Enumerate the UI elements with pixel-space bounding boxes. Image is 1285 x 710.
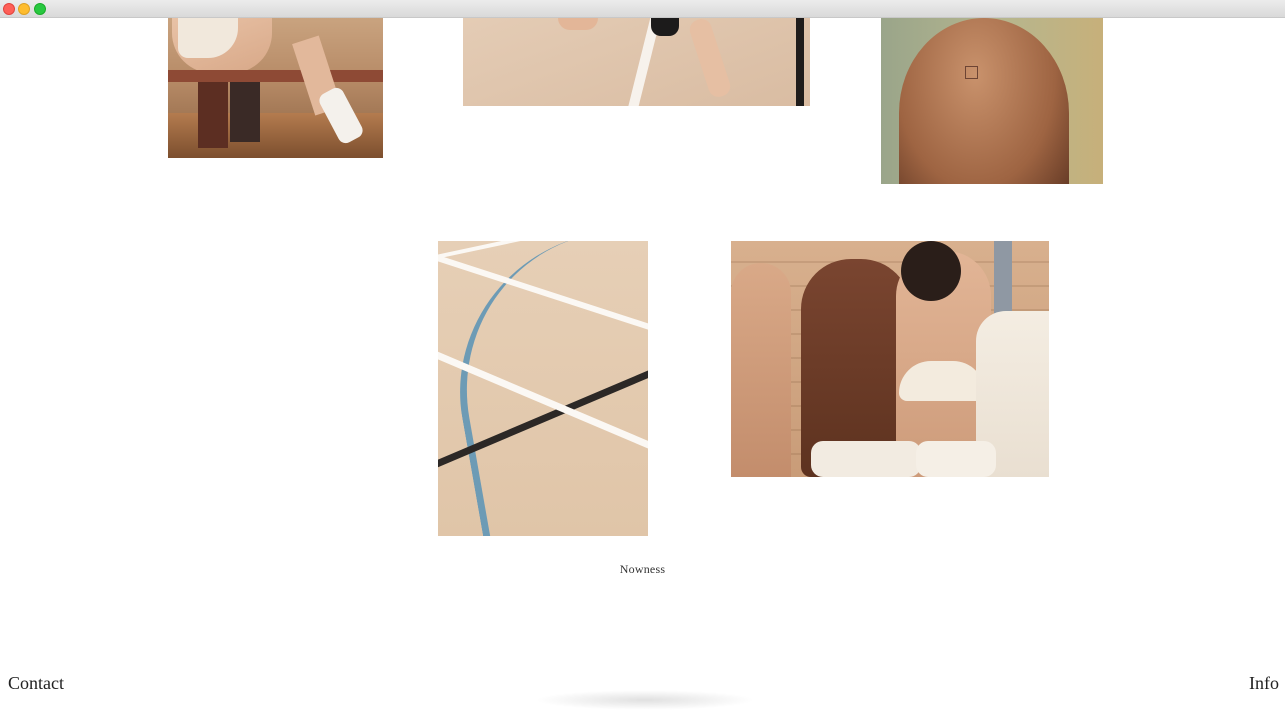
- info-link[interactable]: Info: [1249, 673, 1279, 694]
- close-window-button[interactable]: [3, 3, 15, 15]
- contact-link[interactable]: Contact: [8, 673, 64, 694]
- gallery-caption: Nowness: [619, 562, 666, 576]
- maximize-window-button[interactable]: [34, 3, 46, 15]
- photo-seated-legs-court[interactable]: [463, 18, 810, 106]
- window-titlebar: [0, 0, 1285, 18]
- photo-bench-legs[interactable]: [168, 18, 383, 158]
- minimize-window-button[interactable]: [18, 3, 30, 15]
- photo-back-of-neck[interactable]: [881, 18, 1103, 184]
- scroll-shadow: [535, 690, 755, 710]
- photo-court-floor-lines[interactable]: [438, 241, 648, 536]
- photo-group-seated[interactable]: [731, 241, 1049, 477]
